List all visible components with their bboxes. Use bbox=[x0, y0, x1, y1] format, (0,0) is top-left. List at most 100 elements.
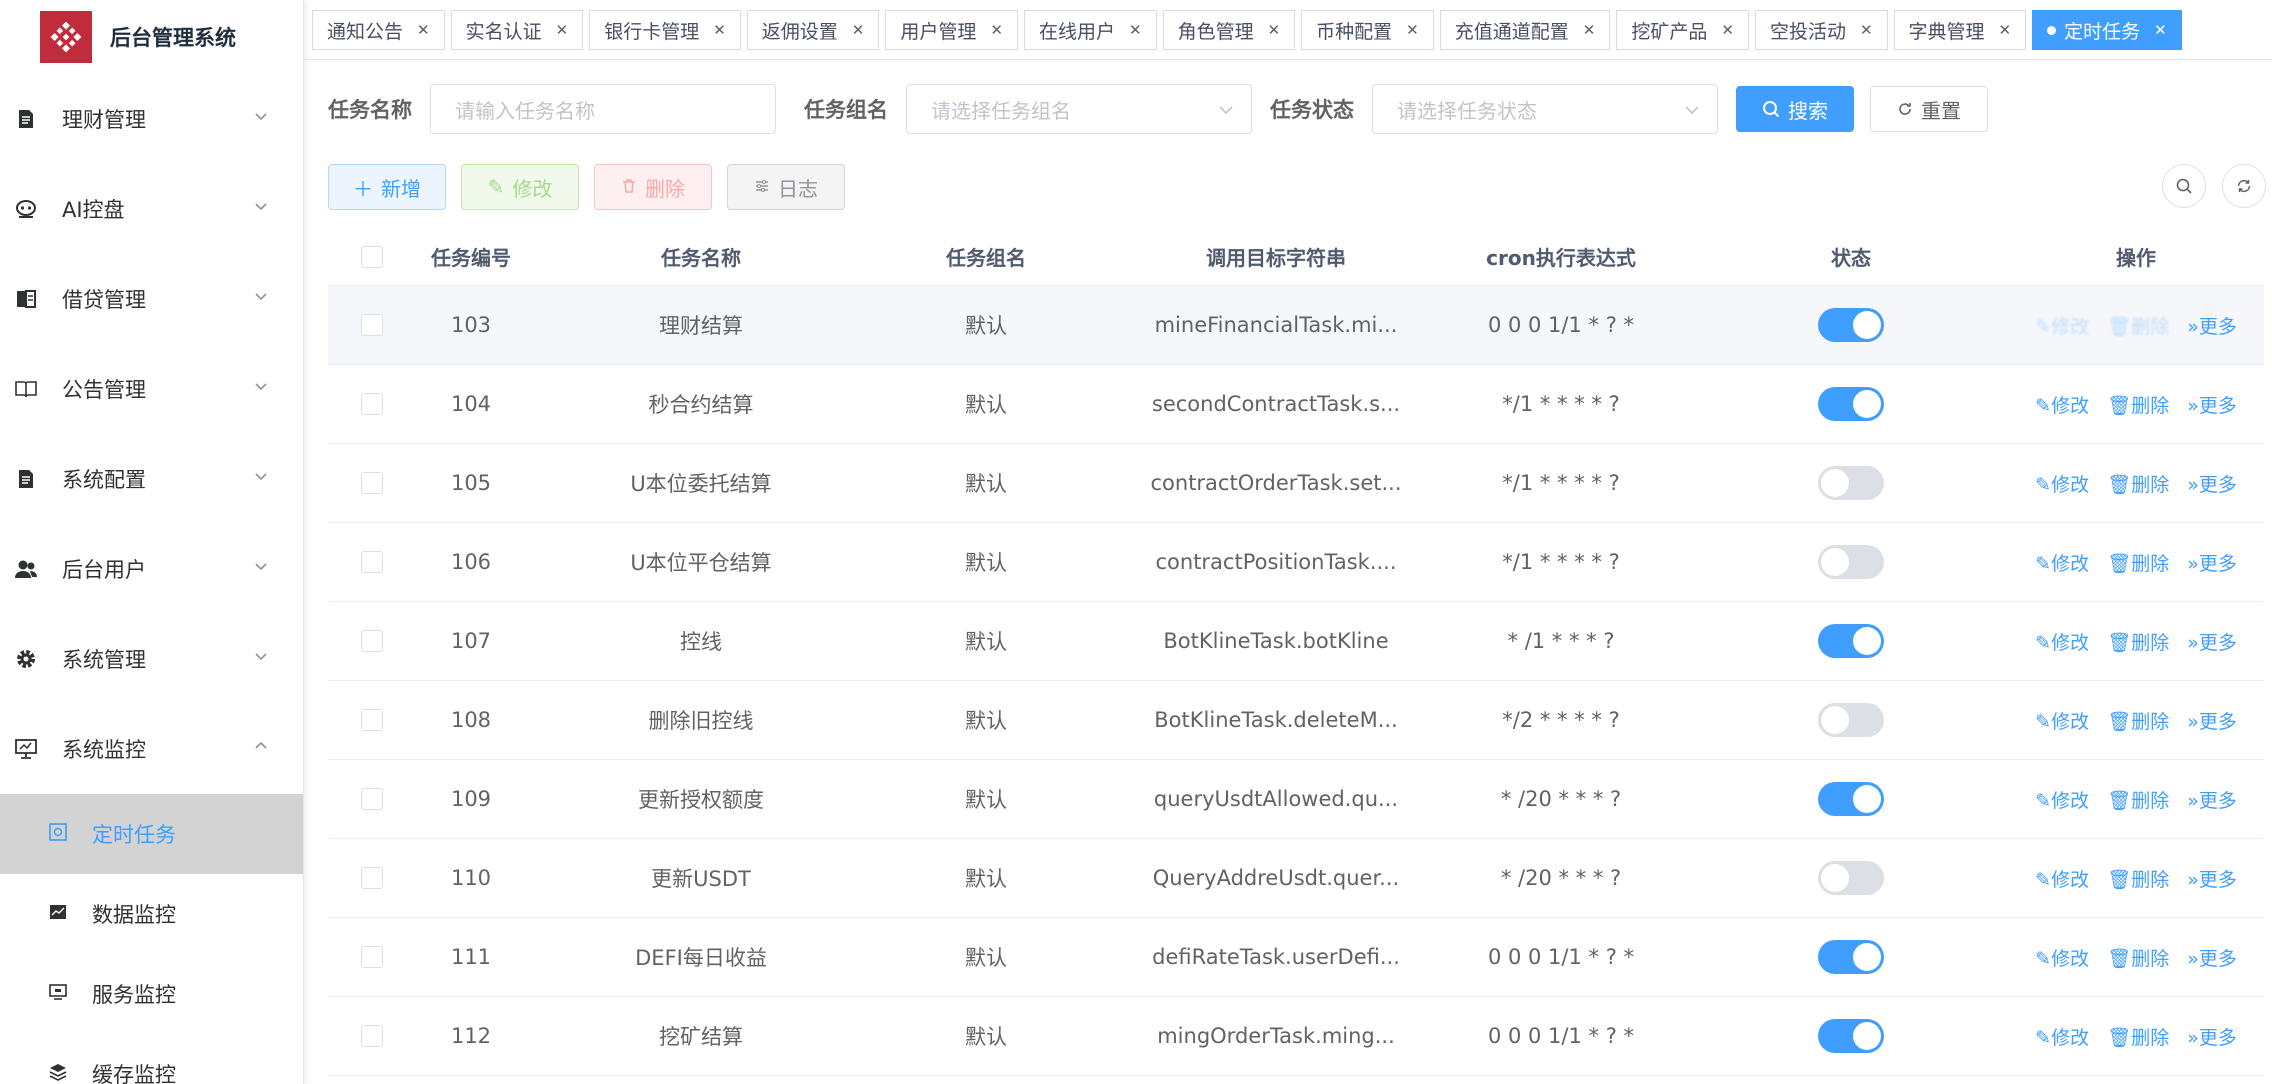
task-status-select[interactable]: 请选择任务状态 bbox=[1372, 84, 1718, 134]
row-checkbox[interactable] bbox=[361, 551, 383, 573]
status-switch[interactable] bbox=[1818, 466, 1884, 500]
row-edit-link[interactable]: ✎修改 bbox=[2036, 944, 2089, 971]
sidebar-subitem-cache-monitor[interactable]: 缓存监控 bbox=[0, 1034, 303, 1084]
sidebar-item-system-config[interactable]: 系统配置 bbox=[0, 434, 303, 524]
table-row[interactable]: 112 挖矿结算 默认 mingOrderTask.ming... 0 0 0 1/1 … bbox=[328, 997, 2264, 1076]
row-checkbox[interactable] bbox=[361, 472, 383, 494]
tab-real-name-auth[interactable]: 实名认证 ✕ bbox=[450, 10, 584, 50]
status-switch[interactable] bbox=[1818, 1019, 1884, 1053]
sidebar-item-system-admin[interactable]: 系统管理 bbox=[0, 614, 303, 704]
sidebar-item-loan[interactable]: 借贷管理 bbox=[0, 254, 303, 344]
row-more-link[interactable]: »更多 bbox=[2187, 391, 2236, 418]
row-delete-link[interactable]: 🗑删除 bbox=[2107, 707, 2169, 734]
add-button[interactable]: ＋ 新增 bbox=[328, 164, 446, 210]
row-edit-link[interactable]: ✎修改 bbox=[2036, 628, 2089, 655]
select-all-checkbox[interactable] bbox=[361, 245, 383, 268]
table-row[interactable]: 103 理财结算 默认 mineFinancialTask.mi... 0 0 0 1/… bbox=[328, 286, 2264, 365]
toggle-search-button[interactable] bbox=[2162, 164, 2206, 208]
tab-online-users[interactable]: 在线用户 ✕ bbox=[1023, 10, 1157, 50]
row-delete-link[interactable]: 🗑删除 bbox=[2107, 786, 2169, 813]
row-checkbox[interactable] bbox=[361, 788, 383, 810]
row-more-link[interactable]: »更多 bbox=[2187, 470, 2236, 497]
reset-button[interactable]: 重置 bbox=[1870, 86, 1988, 132]
table-row[interactable]: 105 U本位委托结算 默认 contractOrderTask.set... */1 … bbox=[328, 444, 2264, 523]
delete-button[interactable]: 删除 bbox=[594, 164, 712, 210]
close-icon[interactable]: ✕ bbox=[1860, 21, 1873, 39]
sidebar-item-admin-users[interactable]: 后台用户 bbox=[0, 524, 303, 614]
tab-notice[interactable]: 通知公告 ✕ bbox=[312, 10, 445, 50]
row-checkbox[interactable] bbox=[361, 867, 383, 889]
close-icon[interactable]: ✕ bbox=[852, 21, 865, 39]
status-switch[interactable] bbox=[1818, 703, 1884, 737]
close-icon[interactable]: ✕ bbox=[1268, 21, 1281, 39]
close-icon[interactable]: ✕ bbox=[990, 21, 1003, 39]
task-name-input[interactable]: 请输入任务名称 bbox=[430, 84, 776, 134]
row-checkbox[interactable] bbox=[361, 630, 383, 652]
row-delete-link[interactable]: 🗑删除 bbox=[2107, 865, 2169, 892]
search-button[interactable]: 搜索 bbox=[1736, 86, 1854, 132]
task-group-select[interactable]: 请选择任务组名 bbox=[906, 84, 1252, 134]
tab-dictionary[interactable]: 字典管理 ✕ bbox=[1893, 10, 2027, 50]
row-delete-link[interactable]: 🗑删除 bbox=[2107, 628, 2169, 655]
row-more-link[interactable]: »更多 bbox=[2187, 865, 2236, 892]
sidebar-item-notice[interactable]: 公告管理 bbox=[0, 344, 303, 434]
row-edit-link[interactable]: ✎修改 bbox=[2036, 707, 2089, 734]
row-edit-link[interactable]: ✎修改 bbox=[2036, 312, 2089, 339]
status-switch[interactable] bbox=[1818, 308, 1884, 342]
row-edit-link[interactable]: ✎修改 bbox=[2036, 549, 2089, 576]
table-row[interactable]: 111 DEFI每日收益 默认 defiRateTask.userDefi... 0 0… bbox=[328, 918, 2264, 997]
sidebar-item-ai-control[interactable]: AI控盘 bbox=[0, 164, 303, 254]
close-icon[interactable]: ✕ bbox=[417, 21, 430, 39]
row-checkbox[interactable] bbox=[361, 709, 383, 731]
tab-airdrop[interactable]: 空投活动 ✕ bbox=[1754, 10, 1888, 50]
table-row[interactable]: 106 U本位平仓结算 默认 contractPositionTask.... */1 … bbox=[328, 523, 2264, 602]
sidebar-subitem-scheduled-task[interactable]: 定时任务 bbox=[0, 794, 303, 874]
sidebar-subitem-server-monitor[interactable]: 服务监控 bbox=[0, 954, 303, 1034]
log-button[interactable]: 日志 bbox=[727, 164, 845, 210]
status-switch[interactable] bbox=[1818, 387, 1884, 421]
row-edit-link[interactable]: ✎修改 bbox=[2036, 865, 2089, 892]
row-edit-link[interactable]: ✎修改 bbox=[2036, 391, 2089, 418]
tab-bank-card[interactable]: 银行卡管理 ✕ bbox=[589, 10, 741, 50]
tab-role-management[interactable]: 角色管理 ✕ bbox=[1162, 10, 1296, 50]
close-icon[interactable]: ✕ bbox=[1583, 21, 1596, 39]
app-logo-area[interactable]: 后台管理系统 bbox=[0, 0, 303, 74]
close-icon[interactable]: ✕ bbox=[713, 21, 726, 39]
table-row[interactable]: 109 更新授权额度 默认 queryUsdtAllowed.qu... * /20 *… bbox=[328, 760, 2264, 839]
sidebar-item-finance[interactable]: 理财管理 bbox=[0, 74, 303, 164]
close-icon[interactable]: ✕ bbox=[1721, 21, 1734, 39]
row-delete-link[interactable]: 🗑删除 bbox=[2107, 1023, 2169, 1050]
tab-user-management[interactable]: 用户管理 ✕ bbox=[885, 10, 1018, 50]
row-delete-link[interactable]: 🗑删除 bbox=[2107, 312, 2169, 339]
table-row[interactable]: 108 删除旧控线 默认 BotKlineTask.deleteM... */2 * *… bbox=[328, 681, 2264, 760]
row-delete-link[interactable]: 🗑删除 bbox=[2107, 549, 2169, 576]
close-icon[interactable]: ✕ bbox=[1999, 21, 2012, 39]
row-more-link[interactable]: »更多 bbox=[2187, 1023, 2236, 1050]
tab-currency-config[interactable]: 币种配置 ✕ bbox=[1301, 10, 1434, 50]
sidebar-item-system-monitor[interactable]: 系统监控 bbox=[0, 704, 303, 794]
close-icon[interactable]: ✕ bbox=[2154, 21, 2167, 39]
row-delete-link[interactable]: 🗑删除 bbox=[2107, 470, 2169, 497]
edit-button[interactable]: ✎ 修改 bbox=[461, 164, 579, 210]
row-more-link[interactable]: »更多 bbox=[2187, 549, 2236, 576]
sidebar-subitem-data-monitor[interactable]: 数据监控 bbox=[0, 874, 303, 954]
status-switch[interactable] bbox=[1818, 545, 1884, 579]
close-icon[interactable]: ✕ bbox=[1129, 21, 1142, 39]
row-delete-link[interactable]: 🗑删除 bbox=[2107, 944, 2169, 971]
table-row[interactable]: 110 更新USDT 默认 QueryAddreUsdt.quer... * /20 *… bbox=[328, 839, 2264, 918]
tab-scheduled-task[interactable]: 定时任务 ✕ bbox=[2032, 10, 2182, 50]
row-checkbox[interactable] bbox=[361, 393, 383, 415]
row-checkbox[interactable] bbox=[361, 314, 383, 336]
table-row[interactable]: 104 秒合约结算 默认 secondContractTask.s... */1 * *… bbox=[328, 365, 2264, 444]
row-more-link[interactable]: »更多 bbox=[2187, 707, 2236, 734]
close-icon[interactable]: ✕ bbox=[556, 21, 569, 39]
tab-rebate-settings[interactable]: 返佣设置 ✕ bbox=[746, 10, 880, 50]
row-delete-link[interactable]: 🗑删除 bbox=[2107, 391, 2169, 418]
row-checkbox[interactable] bbox=[361, 946, 383, 968]
row-more-link[interactable]: »更多 bbox=[2187, 628, 2236, 655]
status-switch[interactable] bbox=[1818, 624, 1884, 658]
row-edit-link[interactable]: ✎修改 bbox=[2036, 470, 2089, 497]
status-switch[interactable] bbox=[1818, 940, 1884, 974]
table-row[interactable]: 107 控线 默认 BotKlineTask.botKline * /1 * * * ?… bbox=[328, 602, 2264, 681]
refresh-button[interactable] bbox=[2222, 164, 2266, 208]
